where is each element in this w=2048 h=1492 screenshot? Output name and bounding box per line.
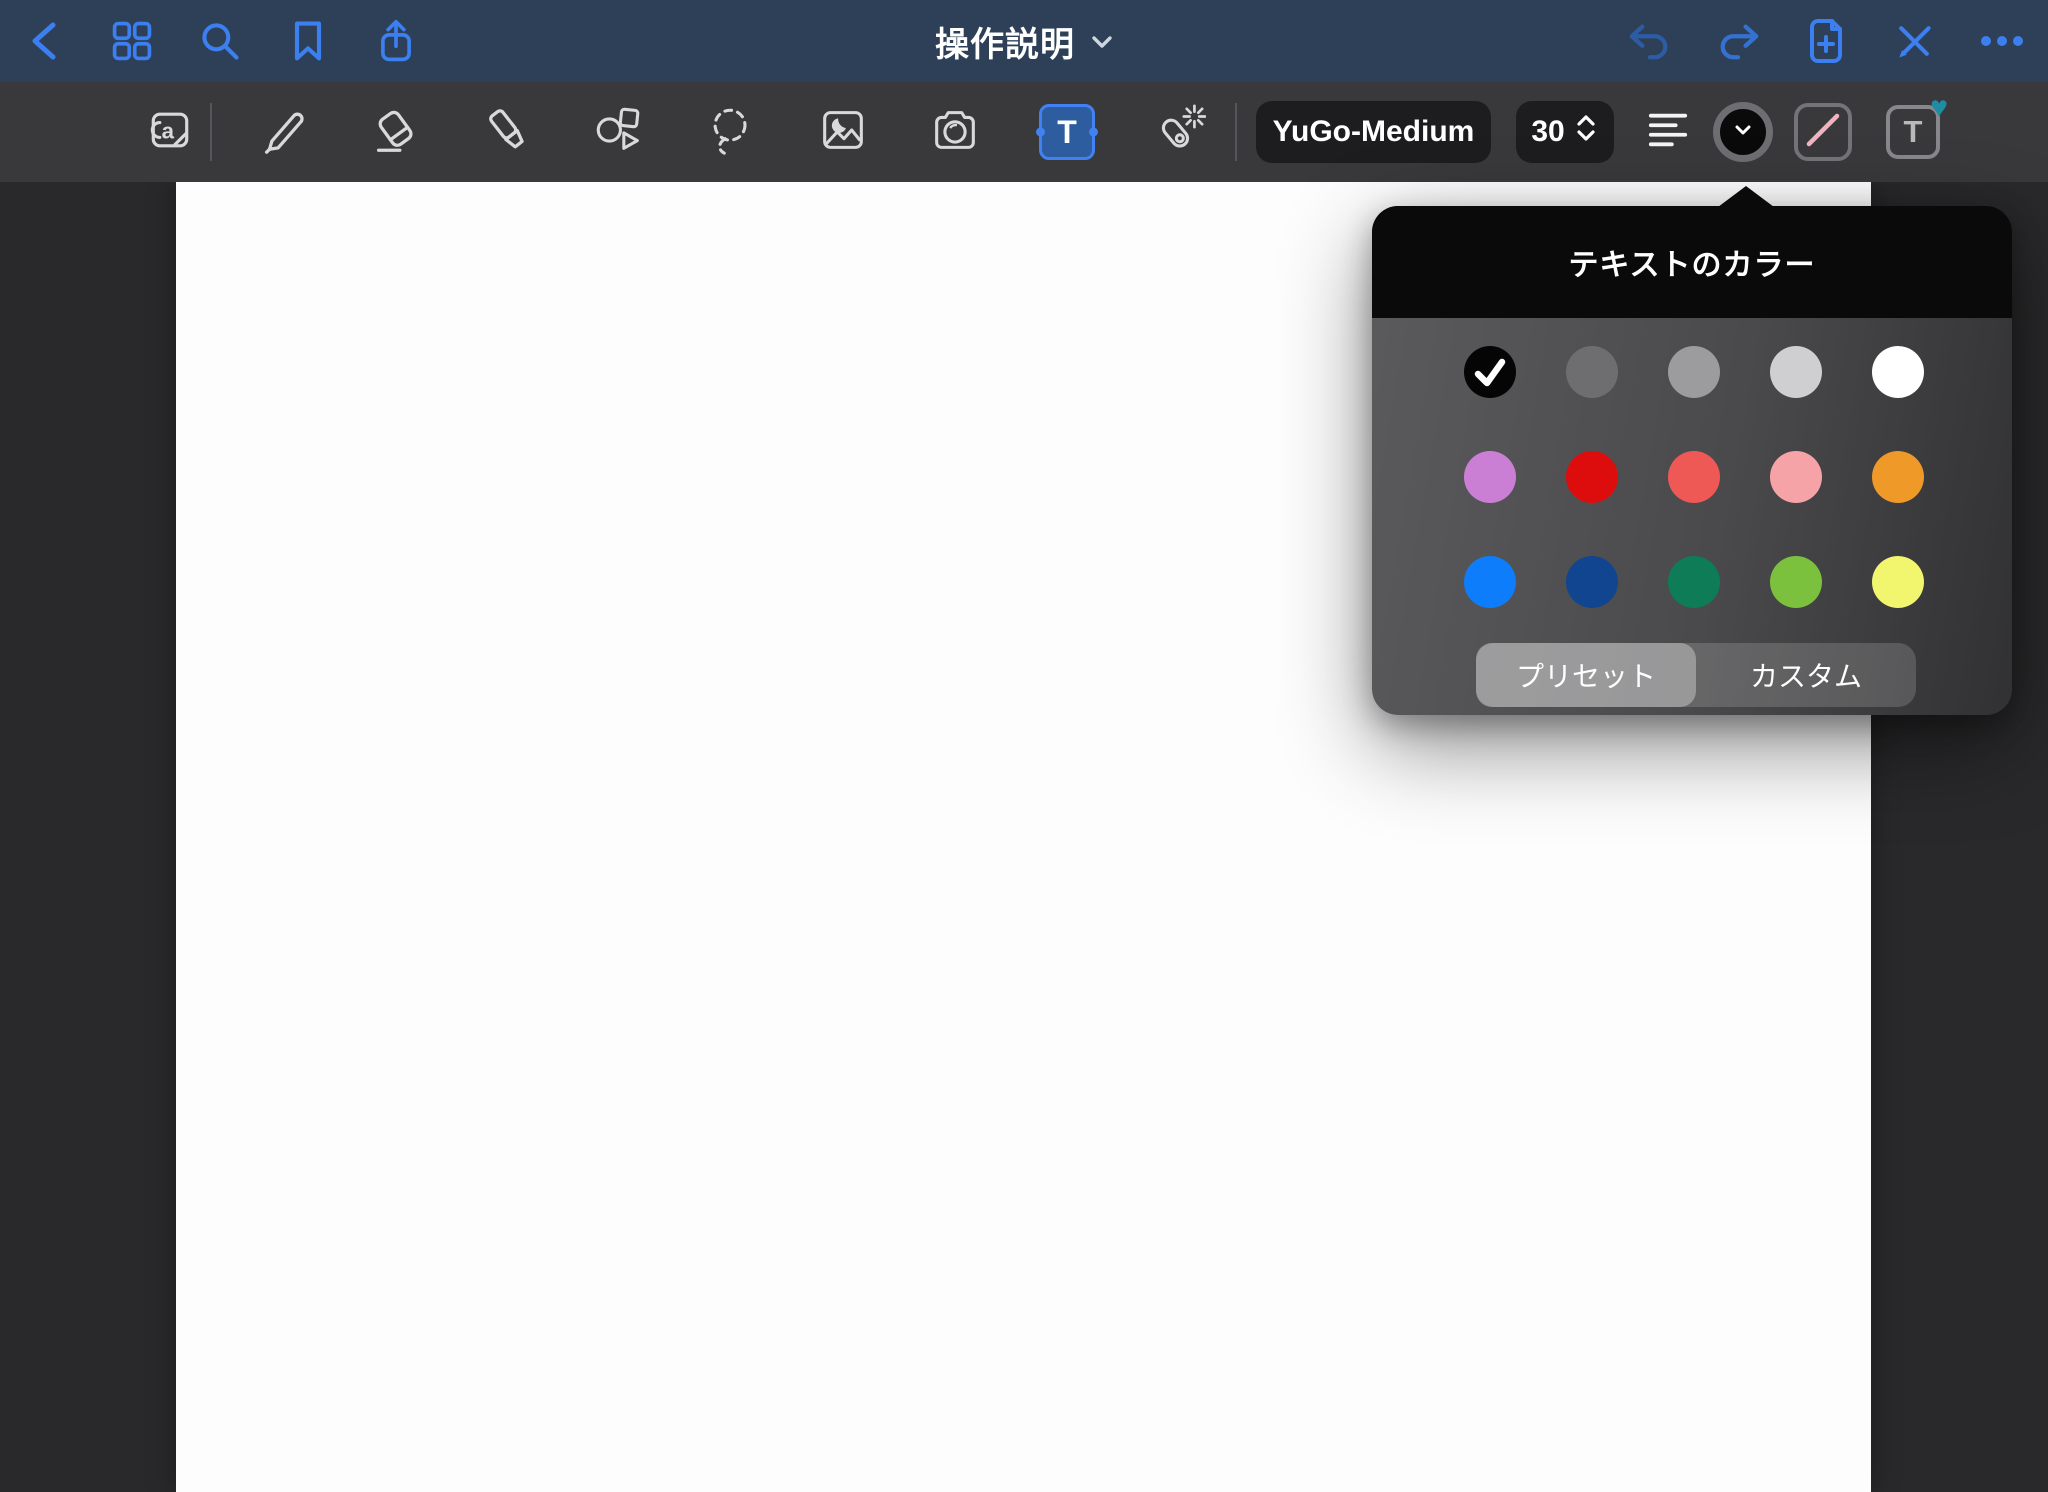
color-swatch-white[interactable] — [1872, 346, 1924, 398]
align-left-icon — [1647, 109, 1689, 156]
color-swatch-navy[interactable] — [1566, 556, 1618, 608]
color-swatch-light-green[interactable] — [1770, 556, 1822, 608]
swatch-grid — [1464, 346, 1924, 608]
pages-overview-button[interactable] — [88, 0, 176, 82]
font-size-stepper[interactable]: 30 — [1516, 101, 1614, 163]
toolbar-divider — [210, 103, 212, 161]
lasso-tool-button[interactable] — [675, 82, 787, 182]
color-swatch-orange[interactable] — [1872, 451, 1924, 503]
color-swatch-gray[interactable] — [1668, 346, 1720, 398]
color-swatch-green[interactable] — [1668, 556, 1720, 608]
ellipsis-icon — [1980, 35, 2024, 47]
bookmark-button[interactable] — [264, 0, 352, 82]
font-family-label: YuGo-Medium — [1273, 115, 1475, 149]
text-align-button[interactable] — [1646, 82, 1690, 182]
pen-icon — [256, 103, 310, 162]
preset-custom-segmented-control: プリセット カスタム — [1476, 643, 1916, 707]
image-icon — [816, 103, 870, 162]
undo-icon — [1627, 20, 1673, 62]
eraser-icon — [368, 103, 422, 162]
image-tool-button[interactable] — [787, 82, 899, 182]
redo-button[interactable] — [1694, 0, 1782, 82]
page-template-icon: a — [144, 104, 196, 161]
color-swatch-purple[interactable] — [1464, 451, 1516, 503]
share-icon — [375, 17, 417, 65]
color-swatch-coral[interactable] — [1668, 451, 1720, 503]
chevron-down-icon — [1734, 123, 1752, 141]
undo-button[interactable] — [1606, 0, 1694, 82]
camera-tool-button[interactable] — [899, 82, 1011, 182]
tab-custom[interactable]: カスタム — [1696, 643, 1916, 707]
shapes-icon — [592, 103, 646, 162]
redo-icon — [1715, 20, 1761, 62]
pen-tool-button[interactable] — [227, 82, 339, 182]
navbar: 操作説明 — [0, 0, 2048, 82]
toolbar-divider — [1235, 103, 1237, 161]
svg-text:a: a — [162, 118, 175, 143]
shapes-tool-button[interactable] — [563, 82, 675, 182]
lasso-icon — [704, 103, 758, 162]
toolbar: a T — [0, 82, 2048, 182]
share-button[interactable] — [352, 0, 440, 82]
selection-handle — [1089, 128, 1098, 137]
text-style-favorites-button[interactable]: T ♥ — [1886, 105, 1940, 159]
color-swatch-light-gray[interactable] — [1770, 346, 1822, 398]
eraser-tool-button[interactable] — [339, 82, 451, 182]
grid-icon — [110, 19, 154, 63]
page-panel-button[interactable]: a — [142, 82, 198, 182]
text-color-popover: テキストのカラー プリセット カスタム — [1372, 206, 2012, 715]
search-button[interactable] — [176, 0, 264, 82]
chevron-up-down-icon — [1573, 113, 1599, 151]
text-box-border-button[interactable] — [1794, 103, 1852, 161]
popover-title: テキストのカラー — [1568, 240, 1815, 284]
search-icon — [198, 19, 242, 63]
tab-preset[interactable]: プリセット — [1476, 643, 1696, 707]
laser-pointer-icon — [1152, 103, 1206, 162]
popover-header: テキストのカラー — [1372, 206, 2012, 318]
selection-handle — [1036, 128, 1045, 137]
highlighter-tool-button[interactable] — [451, 82, 563, 182]
back-button[interactable] — [0, 0, 88, 82]
crossed-pencil-icon — [1892, 19, 1936, 63]
color-swatch-red[interactable] — [1566, 451, 1618, 503]
chevron-down-icon — [1091, 28, 1113, 55]
text-style-icon: T — [1904, 114, 1923, 150]
color-swatch-pink[interactable] — [1770, 451, 1822, 503]
color-swatch-black[interactable] — [1464, 346, 1516, 398]
text-color-button[interactable] — [1713, 102, 1773, 162]
chevron-left-icon — [27, 19, 61, 63]
navbar-left-group — [0, 0, 440, 82]
font-size-value: 30 — [1531, 115, 1564, 149]
add-page-button[interactable] — [1782, 0, 1870, 82]
popover-arrow — [1718, 186, 1774, 207]
color-swatch-yellow[interactable] — [1872, 556, 1924, 608]
text-tool-button[interactable]: T — [1011, 82, 1123, 182]
color-swatch-blue[interactable] — [1464, 556, 1516, 608]
camera-icon — [928, 103, 982, 162]
diagonal-stroke-icon — [1801, 108, 1845, 157]
navbar-right-group — [1606, 0, 2048, 82]
more-button[interactable] — [1958, 0, 2046, 82]
bookmark-icon — [289, 19, 327, 63]
highlighter-icon — [480, 103, 534, 162]
color-swatch-dark-gray[interactable] — [1566, 346, 1618, 398]
end-editing-button[interactable] — [1870, 0, 1958, 82]
heart-icon: ♥ — [1930, 93, 1948, 123]
laser-pointer-tool-button[interactable] — [1123, 82, 1235, 182]
text-tool-selected-icon: T — [1039, 104, 1095, 160]
page-title: 操作説明 — [935, 17, 1075, 66]
font-family-button[interactable]: YuGo-Medium — [1256, 101, 1491, 163]
document-title[interactable]: 操作説明 — [935, 0, 1113, 82]
document-plus-icon — [1806, 17, 1846, 65]
